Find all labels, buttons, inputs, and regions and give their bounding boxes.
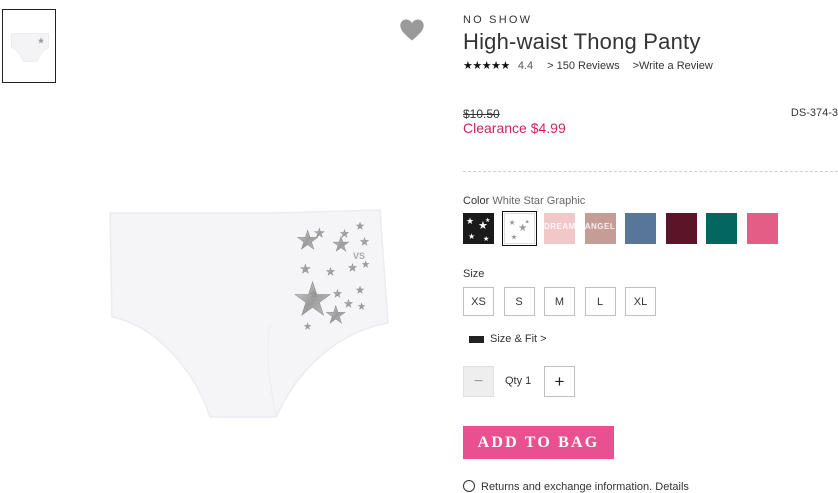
svg-text:★: ★ (37, 35, 45, 45)
product-sku: DS-374-3 (790, 107, 838, 119)
reviews-link[interactable]: > 150 Reviews (547, 60, 619, 72)
size-m-button[interactable]: M (544, 287, 575, 316)
size-options: XS S M L XL (463, 287, 666, 316)
svg-text:★: ★ (468, 232, 475, 241)
rating-value: 4.4 (517, 59, 534, 72)
original-price: $10.50 (463, 107, 500, 121)
swatch-teal[interactable] (706, 213, 737, 244)
clearance-price: Clearance $4.99 (463, 120, 566, 136)
size-fit-label: Size & Fit > (490, 333, 547, 345)
svg-text:★: ★ (333, 289, 342, 300)
svg-text:★: ★ (348, 263, 357, 274)
svg-text:★: ★ (466, 216, 474, 226)
size-xs-button[interactable]: XS (463, 287, 494, 316)
svg-text:★: ★ (356, 221, 364, 231)
favorite-heart-icon[interactable] (398, 16, 426, 44)
swatch-mauve-print[interactable]: ANGEL (584, 213, 616, 244)
swatch-burgundy[interactable] (665, 213, 697, 244)
swatch-pink[interactable] (746, 213, 778, 244)
svg-text:★: ★ (508, 218, 515, 227)
color-label-text: Color (463, 195, 490, 207)
size-xl-button[interactable]: XL (625, 287, 656, 316)
svg-text:★: ★ (483, 235, 489, 243)
size-l-button[interactable]: L (584, 287, 616, 316)
svg-text:★: ★ (356, 285, 364, 295)
svg-text:★: ★ (360, 237, 369, 248)
svg-text:★: ★ (485, 217, 490, 224)
thumbnail-image: ★ (11, 33, 49, 62)
color-label: Color White Star Graphic (463, 195, 585, 207)
swatch-mauve-text: ANGEL (584, 222, 616, 231)
rating-row: ★★★★★ 4.4 > 150 Reviews >Write a Review (463, 59, 713, 73)
ruler-icon (469, 335, 484, 343)
qty-decrease-button[interactable]: − (463, 366, 494, 397)
divider (463, 171, 838, 172)
svg-text:VS: VS (353, 251, 365, 261)
svg-text:★: ★ (314, 226, 325, 240)
svg-text:★: ★ (358, 302, 365, 311)
size-label: Size (463, 268, 485, 280)
returns-info[interactable]: Returns and exchange information. Detail… (463, 480, 689, 493)
collection-eyebrow: NO SHOW (463, 14, 533, 26)
color-swatches: ★ ★ ★ ★ ★ ★ ★ ★ ★ DREAM ANGEL (463, 211, 787, 246)
returns-text: Returns and exchange information. Detail… (481, 481, 689, 493)
product-title: High-waist Thong Panty (463, 29, 701, 54)
svg-text:★: ★ (510, 232, 517, 241)
add-to-bag-button[interactable]: ADD TO BAG (463, 426, 614, 459)
swatch-black-star[interactable]: ★ ★ ★ ★ ★ (463, 213, 494, 244)
swatch-white-star[interactable]: ★ ★ ★ ★ (501, 211, 537, 246)
svg-text:★: ★ (304, 322, 311, 331)
svg-text:★: ★ (362, 260, 369, 269)
rating-stars-icon: ★★★★★ (463, 60, 510, 72)
qty-value: Qty 1 (505, 375, 532, 387)
swatch-blush-print[interactable]: DREAM (544, 213, 575, 244)
swatch-blush-text: DREAM (544, 222, 575, 231)
selected-color-value: White Star Graphic (492, 195, 586, 207)
product-thumbnail[interactable]: ★ (2, 9, 56, 83)
write-review-link[interactable]: >Write a Review (633, 60, 713, 72)
qty-increase-button[interactable]: + (544, 366, 575, 397)
svg-text:★: ★ (524, 218, 529, 225)
svg-text:★: ★ (310, 290, 317, 299)
size-fit-link[interactable]: Size & Fit > (469, 333, 547, 345)
returns-icon (463, 480, 475, 492)
svg-text:★: ★ (325, 302, 347, 329)
swatch-slate-blue[interactable] (625, 213, 656, 244)
main-product-image: ★ ★ ★ ★ ★ ★ ★ ★ ★ ★ ★ ★ ★ ★ ★ ★ ★ ★ VS (100, 205, 400, 430)
svg-text:★: ★ (340, 229, 349, 240)
size-s-button[interactable]: S (503, 287, 535, 316)
